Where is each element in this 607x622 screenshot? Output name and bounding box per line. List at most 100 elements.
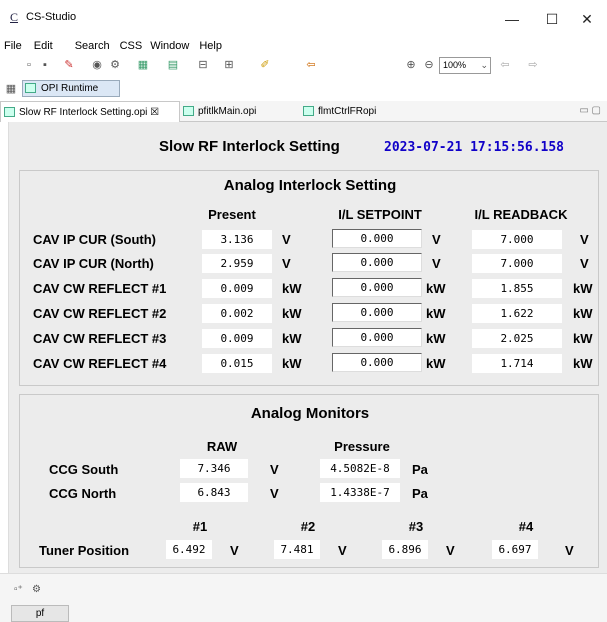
binoculars-icon[interactable]: ◉ <box>90 58 104 72</box>
new-console-icon[interactable]: ▫⁺ <box>14 584 23 595</box>
row-label: CCG South <box>49 462 119 477</box>
edit-pencil-icon[interactable]: ✎ <box>62 58 76 72</box>
window-title: CS-Studio <box>26 11 77 23</box>
opi-display: Slow RF Interlock Setting 2023-07-21 17:… <box>8 122 607 573</box>
row-label: CCG North <box>49 486 117 501</box>
raw-value: 7.346 <box>180 459 248 478</box>
unit: kW <box>282 306 302 321</box>
tab-flmtctrlfropi[interactable]: flmtCtrlFRopi <box>300 101 410 122</box>
menu-edit[interactable]: Edit <box>34 38 53 54</box>
panel-title: Analog Interlock Setting <box>223 177 397 194</box>
unit: kW <box>426 306 446 321</box>
editor-tabs: Slow RF Interlock Setting.opi ☒ pfitlkMa… <box>0 101 607 122</box>
new-icon[interactable]: ▫ <box>22 58 36 72</box>
close-button[interactable]: ✕ <box>567 4 607 34</box>
menu-file[interactable]: File <box>4 38 22 54</box>
tab-pf[interactable]: pf <box>11 605 69 622</box>
col-pressure: Pressure <box>334 439 390 454</box>
minimize-maximize-view-icon[interactable]: ▭ ▢ <box>579 105 601 116</box>
maximize-button[interactable]: ☐ <box>532 4 572 34</box>
display-icon[interactable]: ▤ <box>166 58 180 72</box>
tuner-value-3: 6.896 <box>382 540 428 559</box>
unit: Pa <box>412 486 428 501</box>
present-value: 0.002 <box>202 304 272 323</box>
tuner-col-2: #2 <box>300 519 316 534</box>
unit: V <box>270 486 279 501</box>
cs-studio-logo-icon: C <box>10 10 19 24</box>
unit: kW <box>573 306 593 321</box>
menu-search[interactable]: Search <box>75 38 110 54</box>
pen-icon[interactable]: ✐ <box>258 58 272 72</box>
opi-file-icon <box>303 106 314 116</box>
tab-label: flmtCtrlFRopi <box>318 106 377 117</box>
zoom-out-icon[interactable]: ⊖ <box>422 58 436 72</box>
unit: V <box>282 232 291 247</box>
panel-title: Analog Monitors <box>250 405 370 422</box>
layout2-icon[interactable]: ⊞ <box>222 58 236 72</box>
tuner-value-2: 7.481 <box>274 540 320 559</box>
row-label: CAV IP CUR (South) <box>33 232 157 247</box>
present-value: 0.009 <box>202 279 272 298</box>
tab-pfitlkmain[interactable]: pfitlkMain.opi <box>180 101 300 122</box>
zoom-in-icon[interactable]: ⊕ <box>404 58 418 72</box>
minimize-button[interactable]: — <box>492 4 532 34</box>
tuner-col-1: #1 <box>192 519 208 534</box>
save-icon[interactable]: ▪ <box>38 58 52 72</box>
row-label: CAV CW REFLECT #1 <box>33 281 167 296</box>
unit: V <box>338 543 347 558</box>
setpoint-input[interactable]: 0.000 <box>332 328 422 347</box>
unit: kW <box>573 281 593 296</box>
unit: V <box>432 232 441 247</box>
setpoint-input[interactable]: 0.000 <box>332 353 422 372</box>
present-value: 2.959 <box>202 254 272 273</box>
tuner-col-3: #3 <box>408 519 424 534</box>
menu-window[interactable]: Window <box>150 38 189 54</box>
tuner-value-4: 6.697 <box>492 540 538 559</box>
pressure-value: 4.5082E-8 <box>320 459 400 478</box>
raw-value: 6.843 <box>180 483 248 502</box>
unit: V <box>270 462 279 477</box>
nav-forward-icon[interactable]: ⇨ <box>526 58 540 72</box>
tab-label: Slow RF Interlock Setting.opi ☒ <box>19 107 160 118</box>
menu-css[interactable]: CSS <box>120 38 143 54</box>
nav-back-icon[interactable]: ⇦ <box>498 58 512 72</box>
setpoint-input[interactable]: 0.000 <box>332 253 422 272</box>
row-label: CAV CW REFLECT #2 <box>33 306 167 321</box>
perspective-label: OPI Runtime <box>41 83 99 94</box>
back-arrow-icon[interactable]: ⇦ <box>304 58 318 72</box>
row-label: CAV CW REFLECT #4 <box>33 356 167 371</box>
grid-icon[interactable]: ▦ <box>136 58 150 72</box>
perspective-opi-runtime[interactable]: OPI Runtime <box>22 80 120 97</box>
row-label: Tuner Position <box>39 543 130 558</box>
readback-value: 7.000 <box>472 254 562 273</box>
analog-monitors-panel: Analog Monitors RAW Pressure CCG South 7… <box>19 394 599 568</box>
unit: V <box>230 543 239 558</box>
tab-label: pfitlkMain.opi <box>198 106 257 117</box>
open-perspective-icon[interactable]: ▦ <box>4 82 18 96</box>
tool-icon[interactable]: ⚙ <box>108 58 122 72</box>
layout-icon[interactable]: ⊟ <box>196 58 210 72</box>
unit: kW <box>426 356 446 371</box>
unit: V <box>446 543 455 558</box>
unit: kW <box>573 331 593 346</box>
menu-help[interactable]: Help <box>199 38 222 54</box>
pressure-value: 1.4338E-7 <box>320 483 400 502</box>
readback-value: 1.622 <box>472 304 562 323</box>
readback-value: 1.855 <box>472 279 562 298</box>
row-label: CAV IP CUR (North) <box>33 256 154 271</box>
col-setpoint: I/L SETPOINT <box>338 207 422 222</box>
setpoint-input[interactable]: 0.000 <box>332 303 422 322</box>
console-icon[interactable]: ⚙ <box>32 584 41 595</box>
setpoint-input[interactable]: 0.000 <box>332 229 422 248</box>
unit: V <box>282 256 291 271</box>
zoom-value: 100% <box>443 60 467 70</box>
page-title: Slow RF Interlock Setting <box>159 138 340 155</box>
unit: kW <box>282 331 302 346</box>
unit: kW <box>282 281 302 296</box>
tab-slow-rf-interlock[interactable]: Slow RF Interlock Setting.opi ☒ <box>0 101 180 122</box>
unit: kW <box>426 281 446 296</box>
zoom-select[interactable]: 100% ⌄ <box>439 57 491 74</box>
setpoint-input[interactable]: 0.000 <box>332 278 422 297</box>
opi-runtime-icon <box>25 83 36 93</box>
readback-value: 2.025 <box>472 329 562 348</box>
